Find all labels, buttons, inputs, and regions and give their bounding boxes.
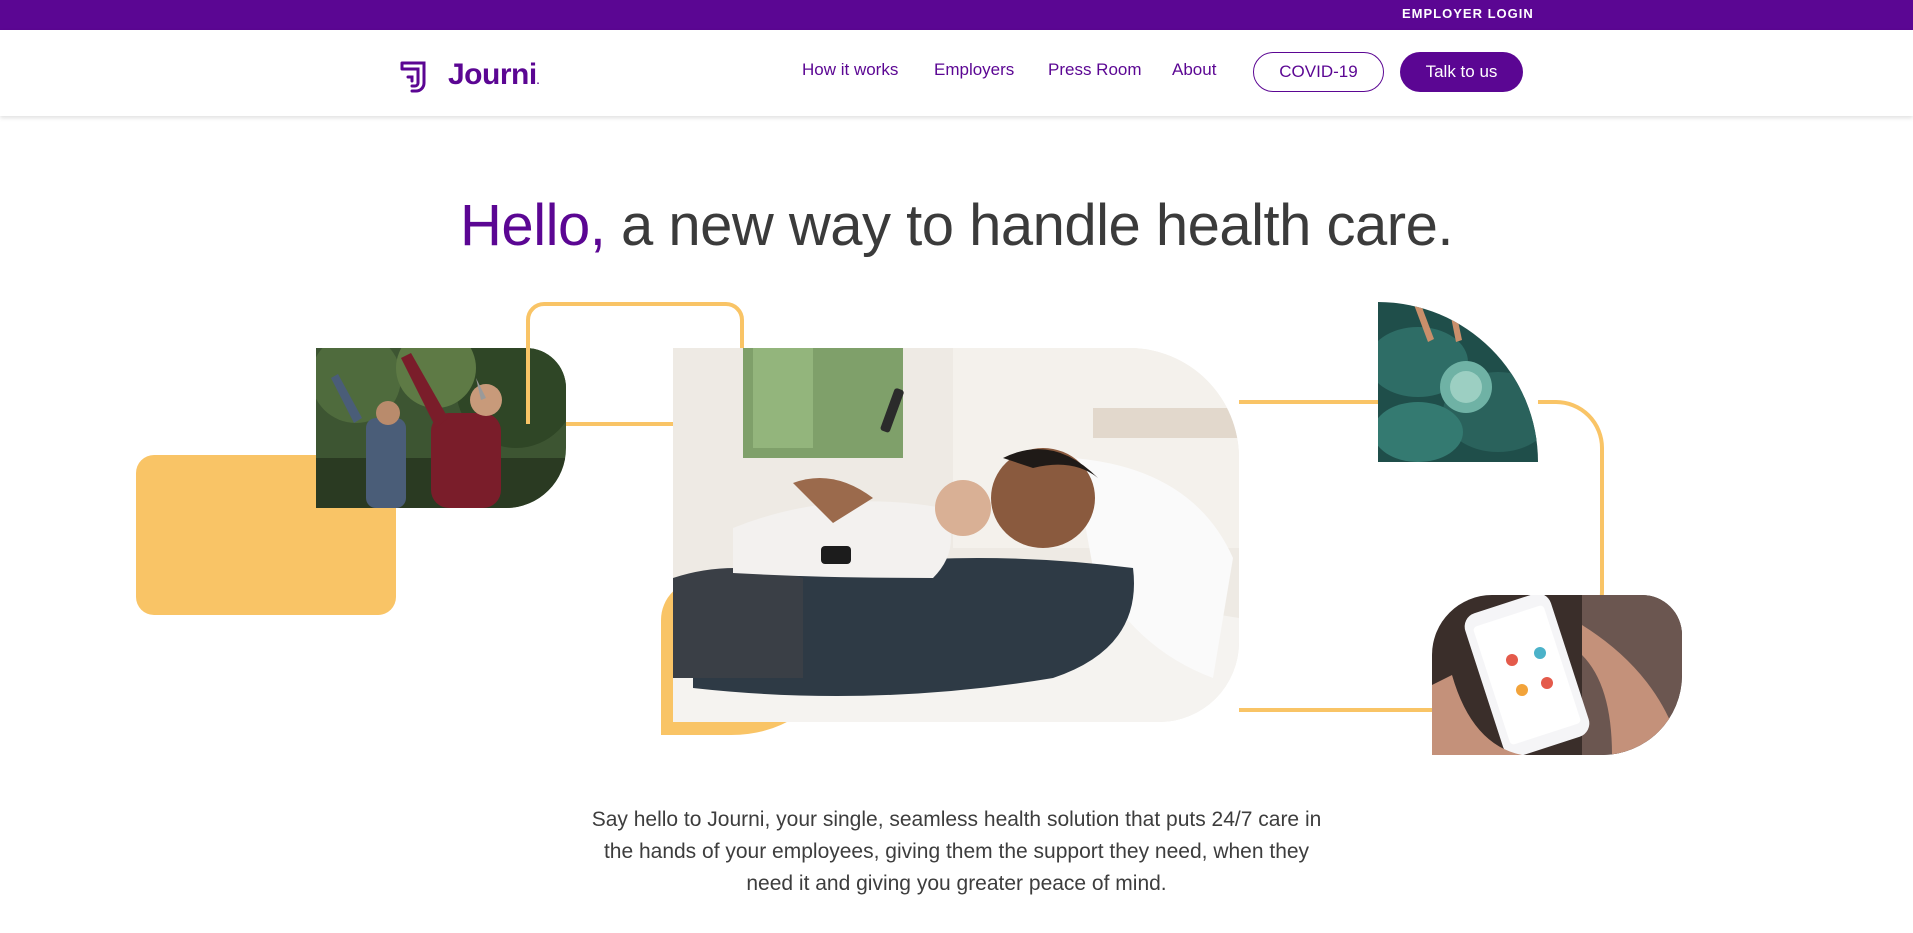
hand-holding-phone-app-photo — [1432, 595, 1682, 755]
hero-title: Hello, a new way to handle health care. — [0, 192, 1913, 259]
top-utility-bar: EMPLOYER LOGIN — [0, 0, 1913, 30]
brand-name: Journi. — [448, 58, 540, 91]
nav-about[interactable]: About — [1172, 60, 1216, 80]
hero-intro-text: Say hello to Journi, your single, seamle… — [591, 808, 1322, 895]
brand-logo[interactable]: Journi. — [398, 57, 540, 93]
hero-title-rest: a new way to handle health care. — [605, 193, 1453, 258]
nav-how-it-works[interactable]: How it works — [802, 60, 898, 80]
hero-collage — [0, 290, 1913, 760]
talk-to-us-button[interactable]: Talk to us — [1400, 52, 1523, 92]
employer-login-link[interactable]: EMPLOYER LOGIN — [1402, 6, 1534, 21]
main-navigation: Journi. How it works Employers Press Roo… — [0, 30, 1913, 116]
nav-press-room[interactable]: Press Room — [1048, 60, 1142, 80]
hero-title-hello: Hello, — [460, 193, 606, 258]
journi-logo-icon — [400, 61, 426, 93]
covid-19-button[interactable]: COVID-19 — [1253, 52, 1384, 92]
nav-employers[interactable]: Employers — [934, 60, 1014, 80]
father-and-baby-photo — [673, 348, 1239, 722]
